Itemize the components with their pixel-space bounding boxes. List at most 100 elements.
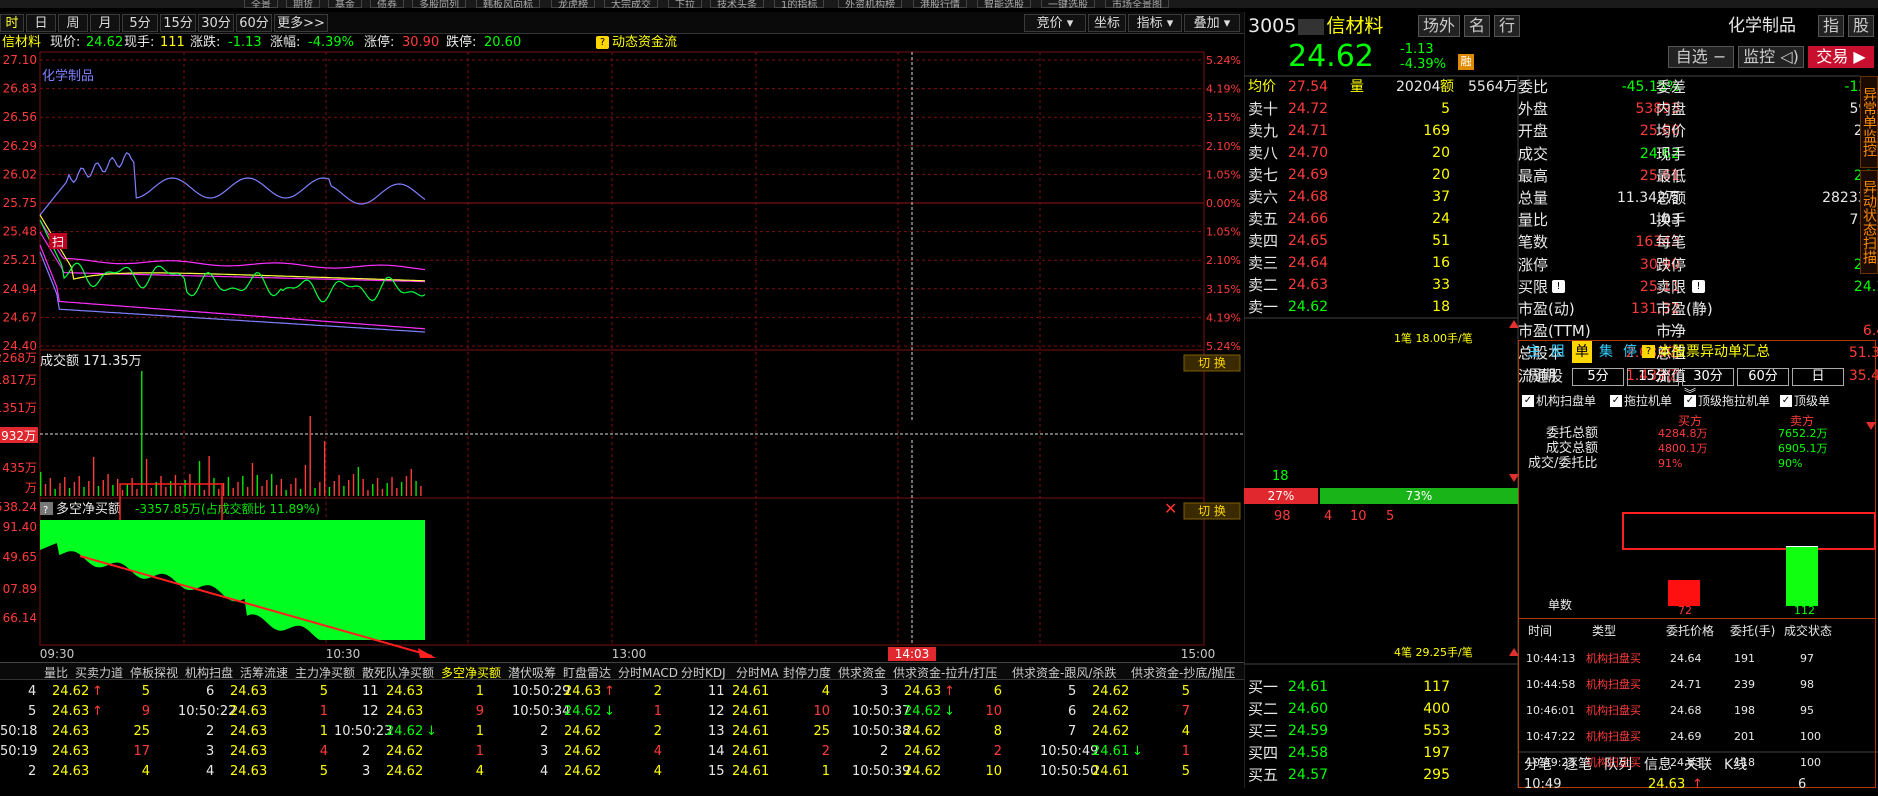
bottom-tab[interactable]: K线	[1724, 754, 1747, 776]
indicator-tab[interactable]: 供求资金	[838, 664, 886, 681]
tick-price: 24.62	[904, 704, 942, 719]
volume-bar	[222, 483, 225, 496]
bottom-tab[interactable]: 关联	[1684, 754, 1712, 776]
trade-button[interactable]: 交易 ▶	[1808, 46, 1874, 68]
quote-label: 换手	[1656, 211, 1687, 230]
dash-tab[interactable]: 单	[1572, 341, 1592, 363]
dash-tab[interactable]: 集	[1596, 341, 1616, 363]
lower-band-line-2	[39, 251, 426, 333]
dash-table-volume: 201	[1734, 730, 1755, 743]
volume-bar	[97, 486, 100, 496]
checkbox-checked-icon[interactable]: ✓	[1610, 395, 1622, 407]
checkbox-checked-icon[interactable]: ✓	[1780, 395, 1792, 407]
tick-time: 10:50:37	[852, 704, 911, 719]
indicator-tab[interactable]: 分时MACD	[618, 664, 678, 681]
question-icon[interactable]: ?	[1642, 345, 1655, 358]
ask-price: 24.68	[1288, 189, 1329, 205]
tick-volume: 1	[1181, 744, 1190, 759]
indicator-tab[interactable]: 封停力度	[783, 664, 831, 681]
dash-table-time: 10:44:13	[1526, 652, 1576, 665]
volume-label: 成交额 171.35万	[40, 353, 142, 369]
dash-table-type: 机构扫盘买	[1586, 730, 1641, 743]
indicator-tab[interactable]: 买卖力道	[75, 664, 123, 681]
indicator-tab[interactable]: 分时KDJ	[681, 664, 726, 681]
volume-bar	[246, 487, 249, 496]
price-axis-label: 26.83	[3, 82, 37, 96]
dash-table-price: 24.68	[1670, 704, 1702, 717]
indicator-tab[interactable]: 量比	[44, 664, 68, 681]
bottom-tab[interactable]: 信息	[1644, 754, 1672, 776]
indicator-tab[interactable]: 停板探视	[130, 664, 178, 681]
tick-time: 10:49	[1524, 777, 1562, 792]
dash-period-button[interactable]: 日	[1792, 368, 1844, 386]
tick-price-up: 24.63	[564, 684, 602, 699]
bottom-tab[interactable]: 分笔	[1524, 754, 1552, 776]
buy-count-bar	[1668, 580, 1700, 606]
watchlist-button[interactable]: 自选 −	[1668, 46, 1734, 68]
checkbox-checked-icon[interactable]: ✓	[1522, 395, 1534, 407]
monitor-button[interactable]: 监控 ◁)	[1738, 46, 1804, 68]
dash-table-time: 10:44:58	[1526, 678, 1576, 691]
volume-bar	[396, 488, 398, 496]
indicator-tab[interactable]: 活筹流速	[240, 664, 288, 681]
tick-volume: 1	[821, 764, 830, 779]
dash-period-button[interactable]: 60分	[1737, 368, 1789, 386]
dash-period-button[interactable]: 5分	[1572, 368, 1624, 386]
dash-tab[interactable]: 主	[1524, 341, 1544, 363]
dash-period-button[interactable]: 15分	[1627, 368, 1679, 386]
tick-volume: 2	[821, 744, 830, 759]
arrow-up-icon: ↑	[92, 704, 103, 719]
indicator-tab[interactable]: 潜伏吸筹	[508, 664, 556, 681]
industry-button[interactable]: 行	[1494, 15, 1520, 37]
indicator-tab[interactable]: 供求资金-抄底/抛压	[1131, 664, 1235, 681]
ask-price: 24.66	[1288, 211, 1329, 227]
stock-button[interactable]: 股	[1848, 15, 1874, 37]
indicator-tab[interactable]: 盯盘雷达	[563, 664, 611, 681]
tick-volume: 5	[1181, 684, 1190, 699]
bid-volume: 295	[1423, 767, 1450, 783]
price-axis-label: 25.48	[3, 225, 37, 239]
tick-price: 24.61	[732, 704, 770, 719]
quote-label: 市净	[1656, 322, 1687, 341]
indicator-tab[interactable]: 供求资金-跟风/杀跌	[1012, 664, 1116, 681]
indicator-tab[interactable]: 供求资金-拉升/打压	[893, 664, 997, 681]
queue-top-text: 1笔 18.00手/笔	[1394, 332, 1473, 345]
net-area	[40, 520, 425, 640]
info-icon[interactable]: !	[1552, 279, 1565, 293]
name-button[interactable]: 名	[1464, 15, 1490, 37]
volume-bar	[92, 457, 95, 496]
volume-bar	[323, 441, 326, 496]
scroll-down-icon[interactable]	[1866, 422, 1876, 430]
tick-time: 10:50:34	[512, 704, 571, 719]
indicator-tab[interactable]: 机构扫盘	[185, 664, 233, 681]
indicator-tab[interactable]: 多空净买额	[441, 664, 501, 681]
volume-bar	[68, 488, 71, 496]
ask-price: 24.70	[1288, 145, 1329, 161]
amount-label: 额	[1440, 79, 1454, 95]
arrow-down-icon: ↓	[426, 724, 437, 739]
checkbox-checked-icon[interactable]: ✓	[1684, 395, 1696, 407]
info-icon[interactable]: !	[1692, 279, 1705, 293]
dash-tab[interactable]: 阻	[1548, 341, 1568, 363]
otc-button[interactable]: 场外	[1418, 15, 1460, 37]
dash-period-button[interactable]: 30分	[1682, 368, 1734, 386]
indicator-tab[interactable]: 主力净买额	[295, 664, 355, 681]
ask-volume: 20	[1432, 145, 1450, 161]
tick-time: 10:50:39	[852, 764, 911, 779]
side-tab-abnormal-monitor[interactable]: 异常单监控	[1860, 76, 1878, 168]
tick-time: 5	[28, 704, 37, 719]
tick-time: 2	[206, 724, 215, 739]
tick-price: 24.63	[230, 684, 268, 699]
indicator-tab[interactable]: 散死队净买额	[362, 664, 434, 681]
side-tab-abnormal-scan[interactable]: 异动状态扫描	[1860, 170, 1878, 274]
bottom-tab[interactable]: 队列	[1604, 754, 1632, 776]
vol-axis-label: 2268万	[0, 351, 37, 365]
bottom-tab[interactable]: 逐笔	[1564, 754, 1592, 776]
dash-table-status: 97	[1800, 652, 1814, 665]
dash-tab[interactable]: 停	[1620, 341, 1640, 363]
index-button[interactable]: 指	[1818, 15, 1844, 37]
tick-price: 24.63	[230, 724, 268, 739]
volume-bar	[357, 467, 360, 496]
pct-axis-label: 1.05%	[1206, 226, 1241, 239]
indicator-tab[interactable]: 分时MA	[736, 664, 779, 681]
